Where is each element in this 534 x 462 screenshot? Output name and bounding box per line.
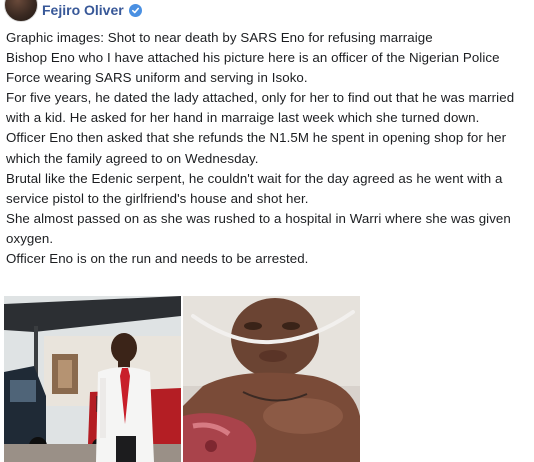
post-header: Fejiro Oliver xyxy=(0,0,534,26)
post-paragraph: Bishop Eno who I have attached his pictu… xyxy=(6,50,500,86)
author-row: Fejiro Oliver xyxy=(42,2,142,18)
post-paragraph: Officer Eno is on the run and needs to b… xyxy=(6,251,309,267)
post-paragraph: She almost passed on as she was rushed t… xyxy=(6,210,511,246)
post-body: Graphic images: Shot to near death by SA… xyxy=(6,28,528,269)
photo-grid xyxy=(4,296,360,462)
post-paragraph: For five years, he dated the lady attach… xyxy=(6,90,515,126)
author-avatar[interactable] xyxy=(4,0,38,22)
photo-victim[interactable] xyxy=(183,296,360,462)
photo-man-in-white-shirt-red-tie xyxy=(4,296,181,462)
post-paragraph: Officer Eno then asked that she refunds … xyxy=(6,130,507,166)
verified-badge-icon xyxy=(128,3,142,17)
author-name[interactable]: Fejiro Oliver xyxy=(42,2,124,18)
post-paragraph: Graphic images: Shot to near death by SA… xyxy=(6,30,433,45)
post-paragraph: Brutal like the Edenic serpent, he could… xyxy=(6,170,503,206)
photo-officer[interactable] xyxy=(4,296,181,462)
photo-woman-hospital-oxygen xyxy=(183,296,360,462)
